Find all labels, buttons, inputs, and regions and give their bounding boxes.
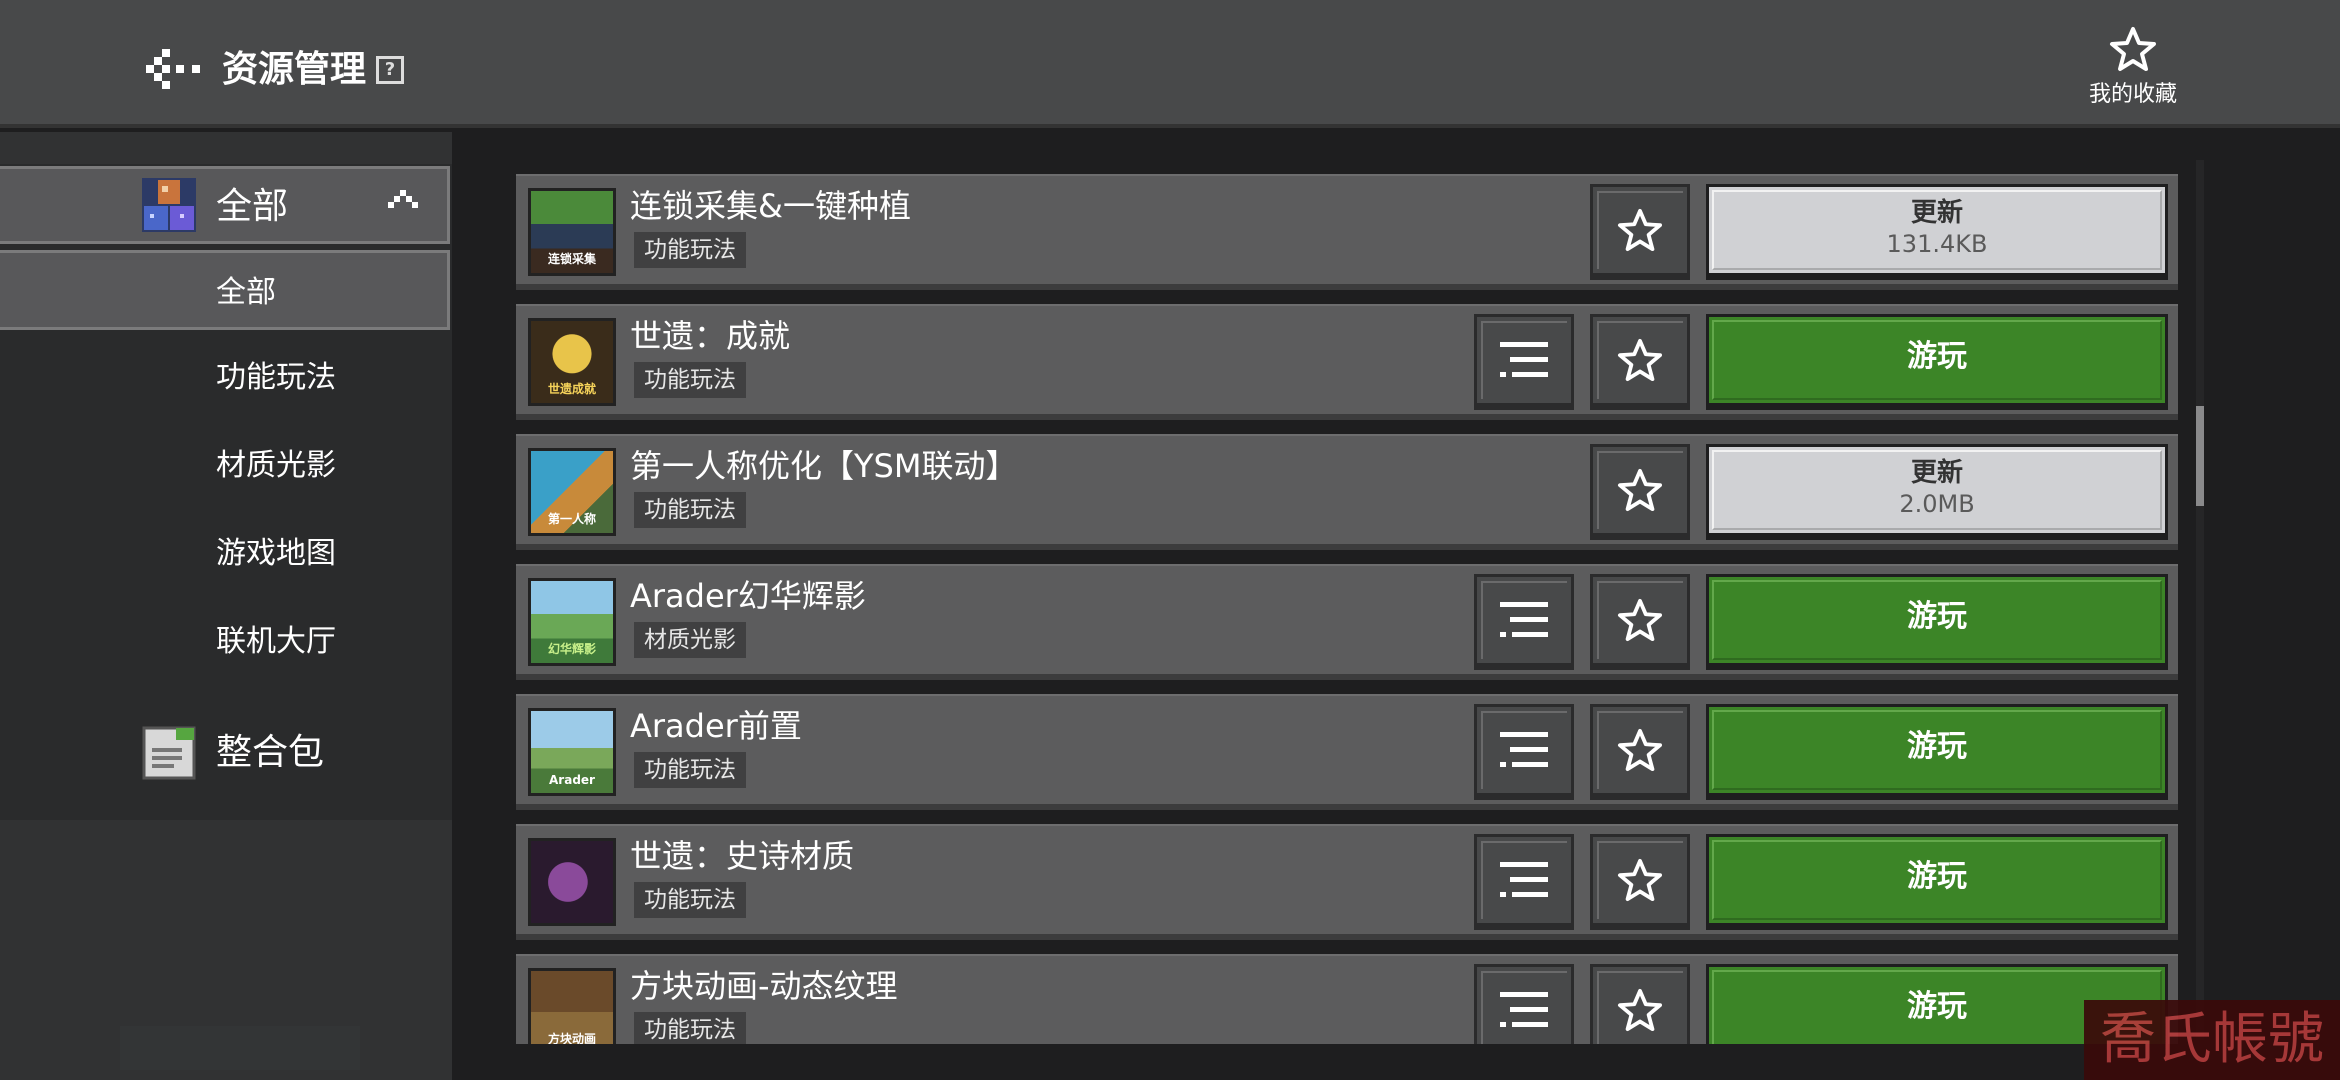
- page-title: 资源管理: [222, 49, 367, 90]
- play-button[interactable]: 游玩: [1706, 704, 2168, 800]
- resource-title: 世遗：成就: [630, 317, 791, 355]
- play-button[interactable]: 游玩: [1706, 574, 2168, 670]
- play-label: 游玩: [1907, 989, 1967, 1024]
- resource-thumbnail[interactable]: 连锁采集: [528, 188, 616, 276]
- resource-title: Arader幻华辉影: [630, 577, 866, 615]
- resource-list: 连锁采集 连锁采集&一键种植 功能玩法 更新 131.4KB 世遗成就 世遗：成…: [516, 164, 2178, 1044]
- favorites-label: 我的收藏: [2088, 82, 2177, 107]
- play-button[interactable]: 游玩: [1706, 834, 2168, 930]
- sidebar-item-all[interactable]: 全部: [0, 250, 450, 330]
- star-icon: [1618, 468, 1662, 512]
- favorite-button[interactable]: [1590, 964, 1690, 1044]
- sidebar-item-gameplay[interactable]: 功能玩法: [0, 338, 450, 418]
- list-icon: [1500, 342, 1548, 377]
- list-icon: [1500, 732, 1548, 767]
- category-all-label: 全部: [216, 186, 289, 227]
- sidebar-item-label: 全部: [216, 275, 276, 310]
- play-label: 游玩: [1907, 729, 1967, 764]
- resource-title: 世遗：史诗材质: [630, 837, 855, 875]
- update-label: 更新: [1910, 198, 1963, 228]
- resource-title: 方块动画-动态纹理: [630, 967, 898, 1005]
- favorite-button[interactable]: [1590, 574, 1690, 670]
- favorite-button[interactable]: [1590, 444, 1690, 540]
- details-button[interactable]: [1474, 704, 1574, 800]
- help-icon[interactable]: ?: [376, 56, 404, 84]
- scrollbar-thumb[interactable]: [2196, 406, 2204, 506]
- list-item: 连锁采集 连锁采集&一键种植 功能玩法 更新 131.4KB: [516, 174, 2178, 290]
- sidebar-item-maps[interactable]: 游戏地图: [0, 514, 450, 594]
- chevron-up-icon: [388, 190, 418, 208]
- list-item: 世遗成就 世遗：成就 功能玩法 游玩: [516, 304, 2178, 420]
- update-size: 131.4KB: [1886, 230, 1988, 258]
- details-button[interactable]: [1474, 834, 1574, 930]
- details-button[interactable]: [1474, 574, 1574, 670]
- play-label: 游玩: [1907, 599, 1967, 634]
- scrollbar-track[interactable]: [2196, 160, 2204, 1040]
- star-icon: [2110, 27, 2156, 71]
- resource-tag: 功能玩法: [634, 882, 746, 918]
- star-icon: [1618, 988, 1662, 1032]
- list-icon: [1500, 992, 1548, 1027]
- sidebar-item-label: 功能玩法: [216, 360, 336, 395]
- top-bar: 资源管理 ? 我的收藏: [0, 0, 2340, 128]
- resource-tag: 功能玩法: [634, 1012, 746, 1044]
- resource-tag: 功能玩法: [634, 362, 746, 398]
- list-item: Arader Arader前置 功能玩法 游玩: [516, 694, 2178, 810]
- star-icon: [1618, 598, 1662, 642]
- sidebar: 全部 全部 功能玩法 材质光影 游戏地图 联机大厅 整合包: [0, 132, 452, 1080]
- list-item: 方块动画 方块动画-动态纹理 功能玩法 游玩: [516, 954, 2178, 1044]
- sidebar-item-label: 材质光影: [216, 448, 336, 483]
- document-icon: [142, 726, 196, 780]
- favorite-button[interactable]: [1590, 184, 1690, 280]
- favorite-button[interactable]: [1590, 834, 1690, 930]
- sidebar-item-textures[interactable]: 材质光影: [0, 426, 450, 506]
- list-item: 第一人称 第一人称优化【YSM联动】 功能玩法 更新 2.0MB: [516, 434, 2178, 550]
- favorite-button[interactable]: [1590, 314, 1690, 410]
- resource-thumbnail[interactable]: [528, 838, 616, 926]
- resource-tag: 功能玩法: [634, 232, 746, 268]
- list-icon: [1500, 602, 1548, 637]
- resource-tag: 材质光影: [634, 622, 746, 658]
- resource-thumbnail[interactable]: 方块动画: [528, 968, 616, 1044]
- sidebar-item-label: 游戏地图: [216, 536, 336, 571]
- star-icon: [1618, 728, 1662, 772]
- play-button[interactable]: 游玩: [1706, 314, 2168, 410]
- list-item: 世遗：史诗材质 功能玩法 游玩: [516, 824, 2178, 940]
- category-modpacks-label[interactable]: 整合包: [216, 728, 324, 778]
- blocks-icon: [142, 178, 196, 232]
- resource-thumbnail[interactable]: 第一人称: [528, 448, 616, 536]
- details-button[interactable]: [1474, 314, 1574, 410]
- list-item: 幻华辉影 Arader幻华辉影 材质光影 游玩: [516, 564, 2178, 680]
- resource-tag: 功能玩法: [634, 752, 746, 788]
- favorite-button[interactable]: [1590, 704, 1690, 800]
- update-label: 更新: [1910, 458, 1963, 488]
- update-button[interactable]: 更新 2.0MB: [1706, 444, 2168, 540]
- resource-title: 第一人称优化【YSM联动】: [630, 447, 1018, 485]
- sidebar-item-multiplayer[interactable]: 联机大厅: [0, 602, 450, 682]
- list-icon: [1500, 862, 1548, 897]
- resource-thumbnail[interactable]: Arader: [528, 708, 616, 796]
- star-icon: [1618, 338, 1662, 382]
- star-icon: [1618, 858, 1662, 902]
- resource-tag: 功能玩法: [634, 492, 746, 528]
- play-label: 游玩: [1907, 859, 1967, 894]
- play-label: 游玩: [1907, 339, 1967, 374]
- resource-title: 连锁采集&一键种植: [630, 187, 911, 225]
- sidebar-bottom-fade: [120, 1026, 360, 1070]
- back-button[interactable]: [146, 46, 202, 92]
- update-button[interactable]: 更新 131.4KB: [1706, 184, 2168, 280]
- resource-title: Arader前置: [630, 707, 802, 745]
- favorites-button[interactable]: 我的收藏: [2078, 26, 2188, 110]
- resource-thumbnail[interactable]: 世遗成就: [528, 318, 616, 406]
- star-icon: [1618, 208, 1662, 252]
- details-button[interactable]: [1474, 964, 1574, 1044]
- sidebar-item-label: 联机大厅: [216, 624, 336, 659]
- back-arrow-icon: [146, 49, 200, 89]
- watermark: 喬氏帳號: [2084, 1000, 2340, 1080]
- resource-thumbnail[interactable]: 幻华辉影: [528, 578, 616, 666]
- update-size: 2.0MB: [1899, 490, 1975, 518]
